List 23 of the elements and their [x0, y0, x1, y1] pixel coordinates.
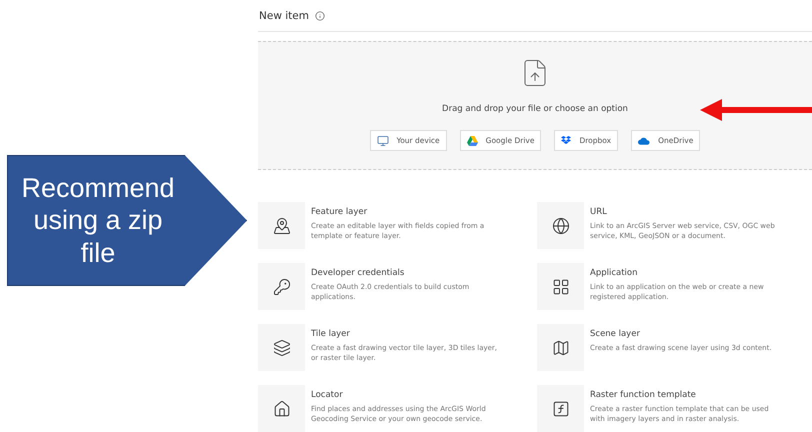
globe-icon	[552, 216, 570, 234]
item-title: Application	[590, 268, 638, 278]
map-pin-icon	[272, 216, 290, 234]
key-icon	[272, 278, 290, 296]
item-title: Locator	[311, 390, 344, 400]
item-title: Raster function template	[590, 390, 697, 400]
item-title: Scene layer	[590, 329, 641, 339]
item-title: Tile layer	[311, 329, 351, 339]
map-icon	[552, 338, 570, 356]
grid-icon	[552, 278, 570, 296]
page-title: New item	[259, 10, 309, 22]
drive-icon	[466, 136, 478, 146]
dropbox-icon	[561, 136, 572, 146]
function-icon	[552, 400, 570, 418]
house-icon	[272, 400, 290, 418]
layers-icon	[272, 338, 290, 356]
cloud-icon	[638, 136, 650, 145]
item-title: Developer credentials	[311, 268, 406, 278]
monitor-icon	[376, 134, 389, 147]
drop-prompt: Drag and drop your file or choose an option	[442, 104, 628, 114]
item-title: URL	[590, 207, 608, 217]
info-icon[interactable]	[314, 10, 325, 21]
item-title: Feature layer	[311, 207, 368, 217]
